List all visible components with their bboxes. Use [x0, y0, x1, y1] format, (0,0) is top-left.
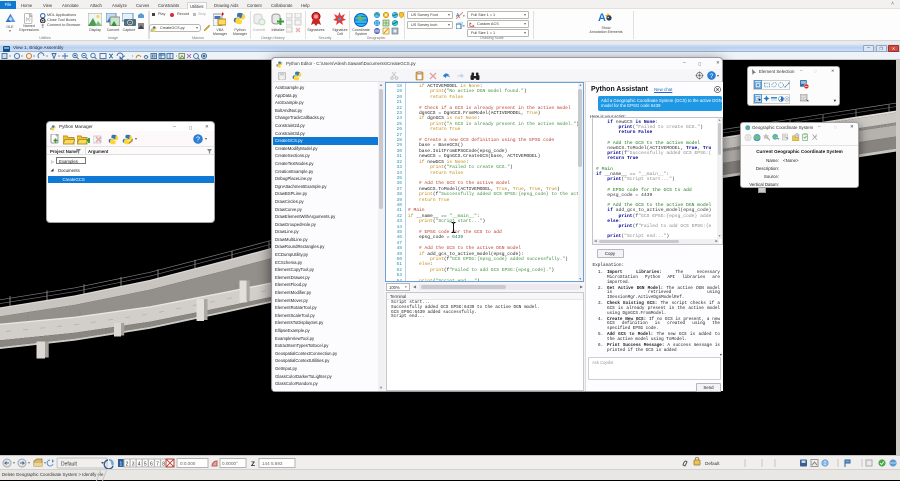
svg-text:3: 3: [132, 461, 135, 467]
svg-text:(x): (x): [26, 16, 31, 21]
svg-text:8: 8: [162, 461, 165, 467]
svg-text:Default: Default: [61, 461, 77, 467]
svg-text:0.0000°: 0.0000°: [222, 461, 238, 466]
svg-text:0:0.000: 0:0.000: [180, 461, 196, 466]
svg-text:2: 2: [126, 461, 129, 467]
svg-text:6: 6: [150, 461, 153, 467]
svg-text:?: ?: [710, 73, 714, 80]
svg-text:Z: Z: [251, 461, 255, 468]
svg-text:144 5.693: 144 5.693: [262, 461, 283, 466]
svg-text:A: A: [598, 12, 606, 23]
svg-text:7: 7: [156, 461, 159, 467]
svg-text:4: 4: [138, 461, 141, 467]
svg-text:Default: Default: [705, 461, 720, 466]
svg-text:?: ?: [196, 137, 200, 144]
svg-text:1: 1: [120, 461, 123, 467]
svg-text:5: 5: [144, 461, 147, 467]
